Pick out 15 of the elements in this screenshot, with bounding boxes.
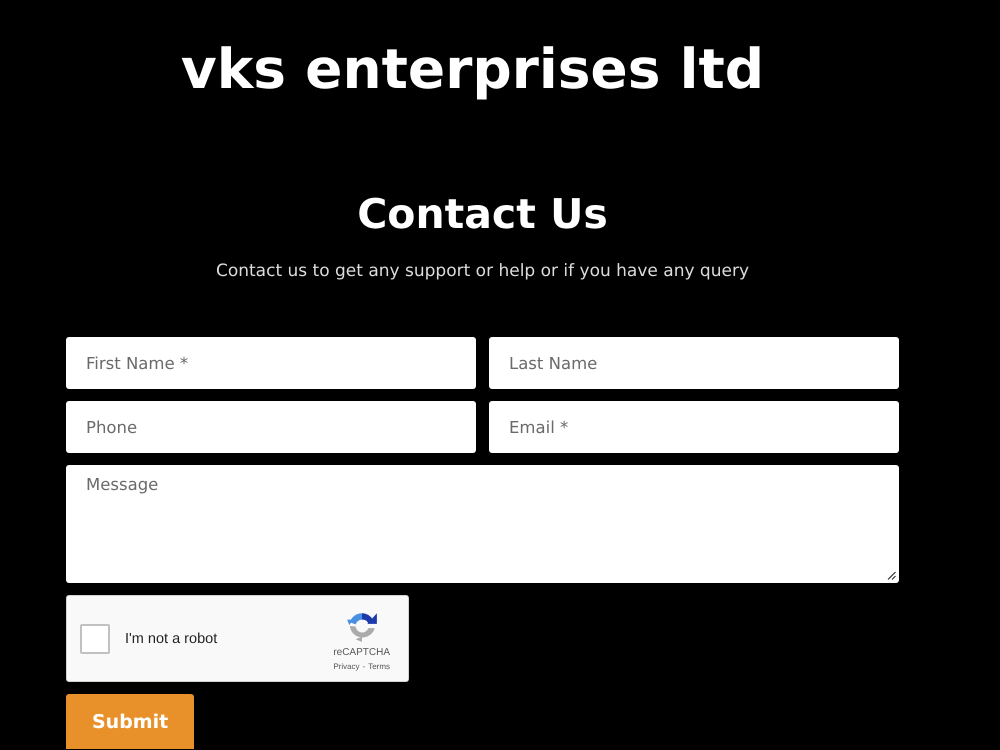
captcha-checkbox[interactable] (80, 624, 110, 654)
resize-handle-icon[interactable] (887, 571, 896, 580)
input-field[interactable]: First Name * (66, 337, 476, 389)
message-field[interactable]: Message (66, 465, 899, 583)
contact-heading: Contact Us (357, 189, 608, 240)
captcha-link[interactable]: Terms (368, 662, 390, 672)
input-field[interactable]: Phone (66, 401, 476, 453)
link-separator: - (362, 662, 366, 672)
captcha-label: I'm not a robot (125, 630, 218, 646)
input-field[interactable]: Last Name (489, 337, 899, 389)
input-field[interactable]: Email * (489, 401, 899, 453)
captcha-brand: reCAPTCHA (333, 647, 390, 659)
contact-subtitle: Contact us to get any support or help or if you have any query (216, 261, 750, 281)
site-title: vks enterprises ltd (180, 36, 764, 103)
captcha-link[interactable]: Privacy (333, 662, 360, 672)
